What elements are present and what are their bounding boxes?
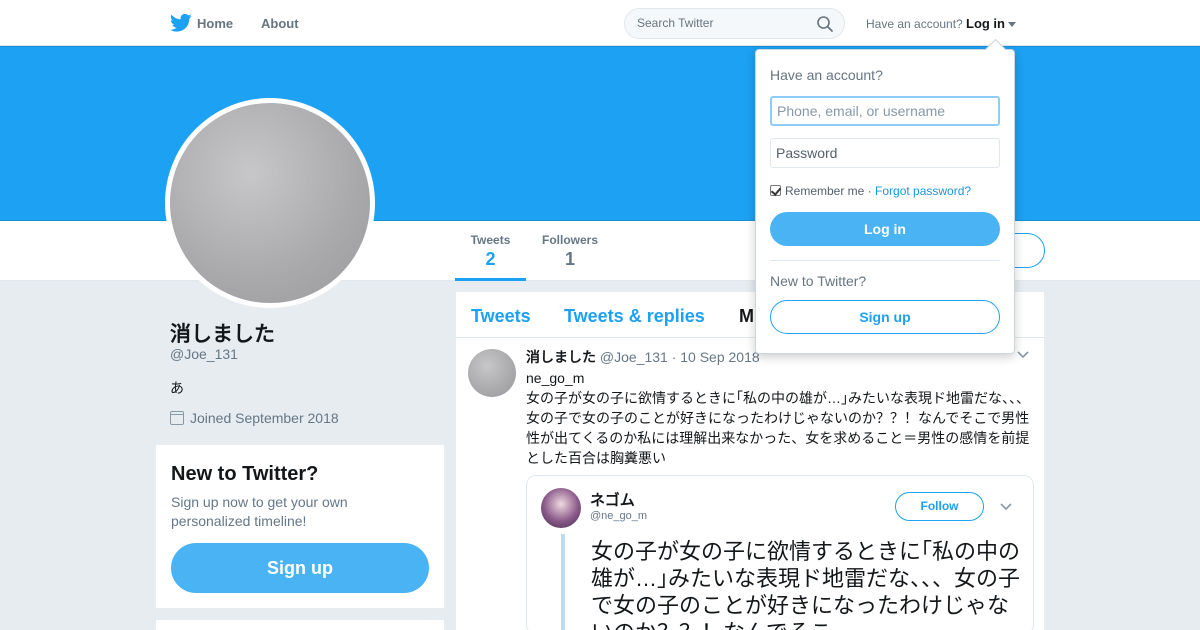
signup-card-button[interactable]: Sign up (171, 543, 429, 593)
twitter-bird-icon[interactable] (170, 13, 192, 33)
tab-tweets-replies[interactable]: Tweets & replies (564, 306, 705, 327)
calendar-icon (170, 411, 184, 425)
tweet[interactable]: 消しました @Joe_131 · 10 Sep 2018 ne_go_m 女の子… (456, 338, 1044, 630)
quote-text: 女の子が女の子に欲情するときに｢私の中の雄が…｣みたいな表現ド地雷だな、、、女の… (591, 539, 1021, 630)
nav-home-link[interactable]: Home (197, 16, 233, 31)
remember-me-label[interactable]: Remember me (785, 184, 864, 198)
remember-me-checkbox[interactable] (770, 185, 781, 196)
username-input[interactable] (770, 96, 1000, 126)
dropdown-title: Have an account? (770, 67, 883, 83)
quote-thread-line (561, 534, 565, 630)
profile-handle[interactable]: @Joe_131 (170, 346, 238, 362)
quote-handle[interactable]: @ne_go_m (590, 510, 647, 522)
have-account-text: Have an account? (866, 17, 963, 31)
chevron-down-icon[interactable] (1000, 503, 1012, 511)
tweet-reply-to[interactable]: ne_go_m (526, 368, 1036, 388)
signup-card-title: New to Twitter? (171, 463, 319, 485)
stat-followers[interactable]: Followers 1 (538, 233, 602, 270)
top-nav: Home About Have an account? Log in (0, 0, 1200, 46)
remember-row: Remember me · Forgot password? (770, 184, 971, 198)
signup-card-text: Sign up now to get your own personalized… (171, 494, 348, 529)
joined-date: Joined September 2018 (190, 410, 339, 426)
signup-button[interactable]: Sign up (770, 300, 1000, 334)
password-input[interactable] (770, 138, 1000, 168)
stat-tweets-value: 2 (485, 249, 496, 269)
stat-tweets[interactable]: Tweets 2 (455, 233, 526, 281)
signup-card: New to Twitter? Sign up now to get your … (156, 445, 444, 608)
tab-media[interactable]: M (739, 306, 754, 327)
separator-dot: · (864, 184, 876, 198)
stat-followers-label: Followers (541, 233, 598, 247)
avatar-image (170, 103, 370, 303)
quote-avatar[interactable] (541, 488, 581, 528)
tweet-avatar[interactable] (468, 349, 516, 397)
forgot-password-link[interactable]: Forgot password? (875, 184, 971, 198)
new-to-twitter-text: New to Twitter? (770, 273, 867, 289)
login-label: Log in (966, 16, 1005, 31)
login-dropdown: Have an account? Remember me · Forgot pa… (755, 49, 1015, 354)
sidebar-card (156, 620, 444, 630)
profile-joined: Joined September 2018 (170, 410, 339, 426)
caret-down-icon (1008, 22, 1016, 28)
login-dropdown-toggle[interactable]: Log in (966, 16, 1016, 31)
tweet-text: ne_go_m 女の子が女の子に欲情するときに｢私の中の雄が…｣みたいな表現ド地… (526, 368, 1036, 468)
dropdown-divider (770, 260, 1000, 261)
profile-bio: あ (170, 380, 184, 396)
search-input[interactable] (637, 16, 807, 30)
search-icon[interactable] (816, 15, 834, 33)
tweet-author-name[interactable]: 消しました (526, 349, 596, 365)
quote-follow-button[interactable]: Follow (895, 492, 984, 521)
quote-author-name[interactable]: ネゴム (590, 489, 635, 510)
chevron-down-icon[interactable] (1017, 351, 1029, 359)
tweet-handle-date[interactable]: @Joe_131 · 10 Sep 2018 (600, 349, 760, 365)
quoted-tweet[interactable]: ネゴム @ne_go_m Follow 女の子が女の子に欲情するときに｢私の中の… (526, 475, 1034, 630)
search-box (624, 8, 845, 39)
profile-avatar[interactable] (165, 98, 375, 308)
profile-name[interactable]: 消しました (170, 318, 275, 348)
tab-tweets[interactable]: Tweets (471, 306, 531, 327)
tweet-body: 女の子が女の子に欲情するときに｢私の中の雄が…｣みたいな表現ド地雷だな、、、女の… (526, 390, 1030, 466)
stat-followers-value: 1 (564, 249, 575, 269)
login-button[interactable]: Log in (770, 212, 1000, 246)
nav-about-link[interactable]: About (261, 16, 299, 31)
stat-tweets-label: Tweets (470, 233, 511, 247)
tweet-header: 消しました @Joe_131 · 10 Sep 2018 (526, 347, 760, 367)
